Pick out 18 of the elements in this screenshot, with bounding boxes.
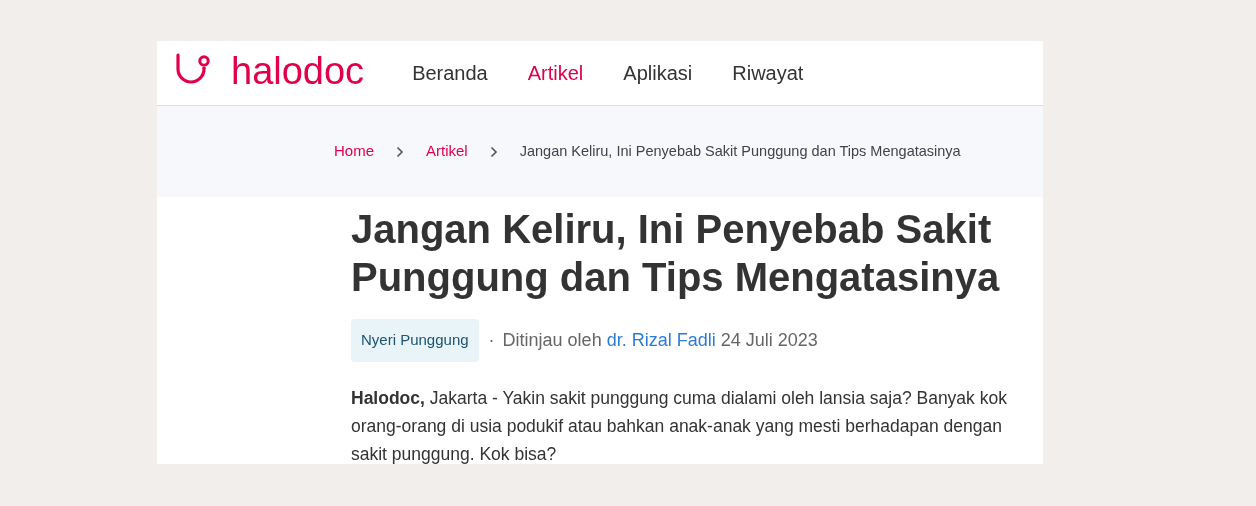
publish-date: 24 Juli 2023 (720, 328, 818, 352)
separator-dot: · (488, 328, 495, 352)
topic-tag[interactable]: Nyeri Punggung (351, 319, 479, 362)
reviewer-link[interactable]: dr. Rizal Fadli (606, 326, 716, 354)
article-intro: Halodoc, Jakarta - Yakin sakit punggung cuma dialami oleh lansia saja? Banyak kok orang-orang di usia podukif atau bahkan anak-anak yang mesti berhadapan dengan sakit punggung. Kok bisa? (351, 386, 1008, 464)
nav-link[interactable]: Beranda (412, 58, 488, 88)
chevron-right-icon (489, 145, 498, 158)
nav-link[interactable]: Riwayat (732, 58, 804, 88)
reviewed-label: Ditinjau oleh (502, 328, 602, 352)
logo[interactable]: halodoc (175, 53, 365, 93)
nav-link[interactable]: Aplikasi (623, 58, 693, 88)
logo-wordmark: halodoc (231, 52, 365, 90)
article-title: Jangan Keliru, Ini Penyebab Sakit Punggung dan Tips Mengatasinya (351, 206, 1001, 301)
nav-link[interactable]: Artikel (527, 58, 584, 88)
breadcrumb-current: Jangan Keliru, Ini Penyebab Sakit Punggung dan Tips Mengatasinya (519, 141, 961, 161)
breadcrumb-link[interactable]: Artikel (426, 140, 468, 163)
chevron-right-icon (396, 145, 404, 158)
breadcrumb-link[interactable]: Home (334, 140, 374, 163)
